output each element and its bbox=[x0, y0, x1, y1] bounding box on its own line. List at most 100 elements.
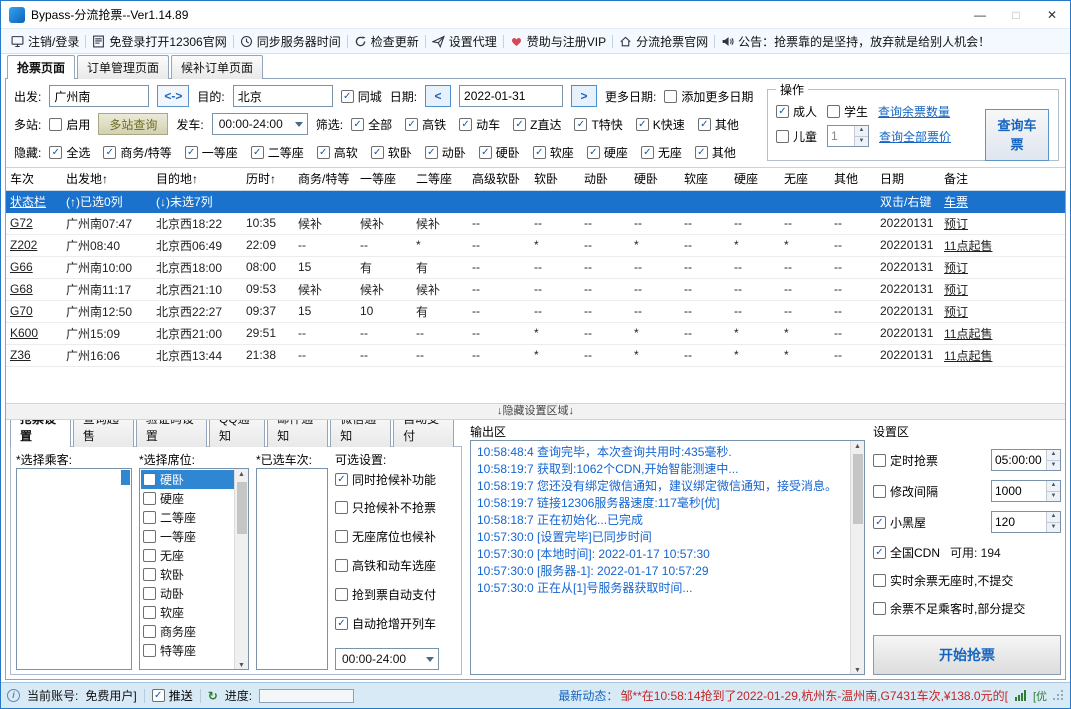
settings-tab-微信通知[interactable]: 微信通知 bbox=[330, 420, 392, 447]
settings-tab-查询起售[interactable]: 查询起售 bbox=[72, 420, 134, 447]
train-row-G72[interactable]: G72 广州南07:47 北京西18:22 10:35 候补 候补 候补 -- -- -- -- --… bbox=[6, 212, 1065, 235]
seat-option-硬座[interactable]: 硬座 bbox=[141, 489, 234, 508]
column-header-备注[interactable]: 备注 bbox=[940, 168, 1065, 191]
seat-list-scrollbar[interactable]: ▲ ▼ bbox=[234, 469, 248, 669]
timed-grab-spinner[interactable]: ▲▼ bbox=[991, 449, 1061, 471]
spin-down-icon[interactable]: ▼ bbox=[1047, 460, 1060, 470]
seat-option-无座[interactable]: 无座 bbox=[141, 546, 234, 565]
scroll-down-icon[interactable]: ▼ bbox=[850, 662, 864, 674]
seat-option-特等座[interactable]: 特等座 bbox=[141, 641, 234, 660]
checkbox-box[interactable] bbox=[143, 625, 156, 638]
checkbox-box[interactable] bbox=[143, 606, 156, 619]
train-number[interactable]: Z36 bbox=[6, 344, 62, 367]
checkbox-box[interactable] bbox=[143, 511, 156, 524]
checkbox-partial-submit[interactable]: 余票不足乘客时,部分提交 bbox=[873, 600, 1025, 617]
multi-station-query-button[interactable]: 多站查询 bbox=[98, 113, 169, 135]
checkbox-student[interactable]: 学生 bbox=[827, 103, 868, 120]
grab-time-range-select[interactable]: 00:00-24:00 bbox=[335, 648, 439, 670]
checkbox-只抢候补不抢票[interactable]: 只抢候补不抢票 bbox=[335, 499, 436, 516]
column-header-二等座[interactable]: 二等座 bbox=[412, 168, 468, 191]
train-number[interactable]: G72 bbox=[6, 212, 62, 235]
checkbox-无座[interactable]: ✓ 无座 bbox=[640, 144, 682, 161]
prev-date-button[interactable]: < bbox=[425, 85, 452, 107]
checkbox-box[interactable] bbox=[143, 530, 156, 543]
toolbar-item-同步服务器时间[interactable]: 同步服务器时间 bbox=[234, 29, 347, 53]
spin-down-icon[interactable]: ▼ bbox=[855, 136, 869, 146]
column-header-软卧[interactable]: 软卧 bbox=[530, 168, 580, 191]
blackroom-spinner[interactable]: ▲▼ bbox=[991, 511, 1061, 533]
timed-grab-input[interactable] bbox=[992, 450, 1046, 470]
seat-option-一等座[interactable]: 一等座 bbox=[141, 527, 234, 546]
scrollbar-thumb[interactable] bbox=[236, 482, 247, 534]
train-row-K600[interactable]: K600 广州15:09 北京西21:00 29:51 -- -- -- -- * -- * -- * *… bbox=[6, 322, 1065, 345]
query-all-prices-link[interactable]: 查询全部票价 bbox=[879, 128, 951, 145]
checkbox-box[interactable] bbox=[143, 587, 156, 600]
column-header-硬座[interactable]: 硬座 bbox=[730, 168, 780, 191]
scroll-up-icon[interactable]: ▲ bbox=[854, 441, 861, 453]
scroll-up-icon[interactable]: ▲ bbox=[238, 469, 245, 481]
passenger-scrollbar-thumb[interactable] bbox=[121, 470, 130, 485]
seat-option-硬卧[interactable]: 硬卧 bbox=[141, 470, 234, 489]
checkbox-一等座[interactable]: ✓ 一等座 bbox=[184, 144, 238, 161]
column-header-商务/特等[interactable]: 商务/特等 bbox=[294, 168, 356, 191]
spin-up-icon[interactable]: ▲ bbox=[855, 126, 869, 137]
book-link[interactable]: 预订 bbox=[940, 256, 1065, 279]
main-tab-订单管理页面[interactable]: 订单管理页面 bbox=[77, 55, 170, 79]
settings-tab-抢票设置[interactable]: 抢票设置 bbox=[10, 420, 71, 447]
passenger-list[interactable] bbox=[16, 468, 132, 670]
column-header-目的地↑[interactable]: 目的地↑ bbox=[152, 168, 242, 191]
checkbox-高软[interactable]: ✓ 高软 bbox=[316, 144, 358, 161]
status-cell[interactable]: 状态栏 bbox=[6, 190, 62, 213]
train-number[interactable]: K600 bbox=[6, 322, 62, 345]
output-scrollbar[interactable]: ▲ ▼ bbox=[850, 441, 864, 674]
seat-list[interactable]: 硬卧 硬座 二等座 一等座 无座 软卧 动卧 软座 商务座 特等座 ▲ ▼ bbox=[139, 468, 249, 670]
column-header-高级软卧[interactable]: 高级软卧 bbox=[468, 168, 530, 191]
toolbar-item-注销/登录[interactable]: 注销/登录 bbox=[5, 29, 85, 53]
spin-up-icon[interactable]: ▲ bbox=[1047, 481, 1060, 492]
checkbox-modify-interval[interactable]: 修改间隔 bbox=[873, 483, 938, 500]
output-box[interactable]: 10:58:48:4 查询完毕，本次查询共用时:435毫秒. 10:58:19:7… bbox=[470, 440, 865, 675]
column-header-一等座[interactable]: 一等座 bbox=[356, 168, 412, 191]
main-tab-候补订单页面[interactable]: 候补订单页面 bbox=[171, 55, 264, 79]
column-header-其他[interactable]: 其他 bbox=[830, 168, 876, 191]
train-number[interactable]: G68 bbox=[6, 278, 62, 301]
child-count-spinner[interactable]: ▲▼ bbox=[827, 125, 870, 147]
checkbox-same-city[interactable]: ✓ 同城 bbox=[340, 88, 382, 105]
column-header-日期[interactable]: 日期 bbox=[876, 168, 940, 191]
spin-down-icon[interactable]: ▼ bbox=[1047, 491, 1060, 501]
column-header-软座[interactable]: 软座 bbox=[680, 168, 730, 191]
checkbox-全部[interactable]: ✓ 全部 bbox=[351, 116, 392, 133]
checkbox-K快速[interactable]: ✓ K快速 bbox=[635, 116, 685, 133]
train-number[interactable]: G66 bbox=[6, 256, 62, 279]
checkbox-adult[interactable]: ✓ 成人 bbox=[776, 103, 817, 120]
settings-tab-邮件通知[interactable]: 邮件通知 bbox=[267, 420, 329, 447]
checkbox-add-more-dates[interactable]: 添加更多日期 bbox=[664, 88, 753, 105]
spin-down-icon[interactable]: ▼ bbox=[1047, 522, 1060, 532]
selected-trains-list[interactable] bbox=[256, 468, 328, 670]
seat-option-商务座[interactable]: 商务座 bbox=[141, 622, 234, 641]
settings-tab-QQ通知[interactable]: QQ通知 bbox=[208, 420, 266, 447]
toolbar-item-公告：抢票靠的是坚持，放弃就是给别人机会！[interactable]: 公告：抢票靠的是坚持，放弃就是给别人机会！ bbox=[715, 29, 996, 53]
seat-option-动卧[interactable]: 动卧 bbox=[141, 584, 234, 603]
checkbox-blackroom[interactable]: ✓ 小黑屋 bbox=[873, 514, 926, 531]
depart-input[interactable] bbox=[49, 85, 150, 107]
train-number[interactable]: G70 bbox=[6, 300, 62, 323]
settings-tab-自动支付[interactable]: 自动支付 bbox=[393, 420, 455, 447]
checkbox-no-seat-skip[interactable]: 实时余票无座时,不提交 bbox=[873, 572, 1013, 589]
column-header-出发地↑[interactable]: 出发地↑ bbox=[62, 168, 152, 191]
checkbox-box[interactable] bbox=[143, 492, 156, 505]
column-header-无座[interactable]: 无座 bbox=[780, 168, 830, 191]
checkbox-Z直达[interactable]: ✓ Z直达 bbox=[513, 116, 561, 133]
seat-option-二等座[interactable]: 二等座 bbox=[141, 508, 234, 527]
train-row-G66[interactable]: G66 广州南10:00 北京西18:00 08:00 15 有有 -- -- -- -- -- --… bbox=[6, 256, 1065, 279]
depart-time-select[interactable]: 00:00-24:00 bbox=[211, 113, 308, 135]
spin-up-icon[interactable]: ▲ bbox=[1047, 512, 1060, 523]
scrollbar-thumb[interactable] bbox=[852, 454, 863, 524]
toolbar-item-免登录打开12306官网[interactable]: 免登录打开12306官网 bbox=[86, 29, 232, 53]
book-link[interactable]: 11点起售 bbox=[940, 344, 1065, 367]
checkbox-box[interactable] bbox=[143, 568, 156, 581]
checkbox-软卧[interactable]: ✓ 软卧 bbox=[370, 144, 412, 161]
main-tab-抢票页面[interactable]: 抢票页面 bbox=[7, 55, 76, 79]
status-cell[interactable]: 车票 bbox=[940, 190, 1065, 213]
book-link[interactable]: 预订 bbox=[940, 212, 1065, 235]
